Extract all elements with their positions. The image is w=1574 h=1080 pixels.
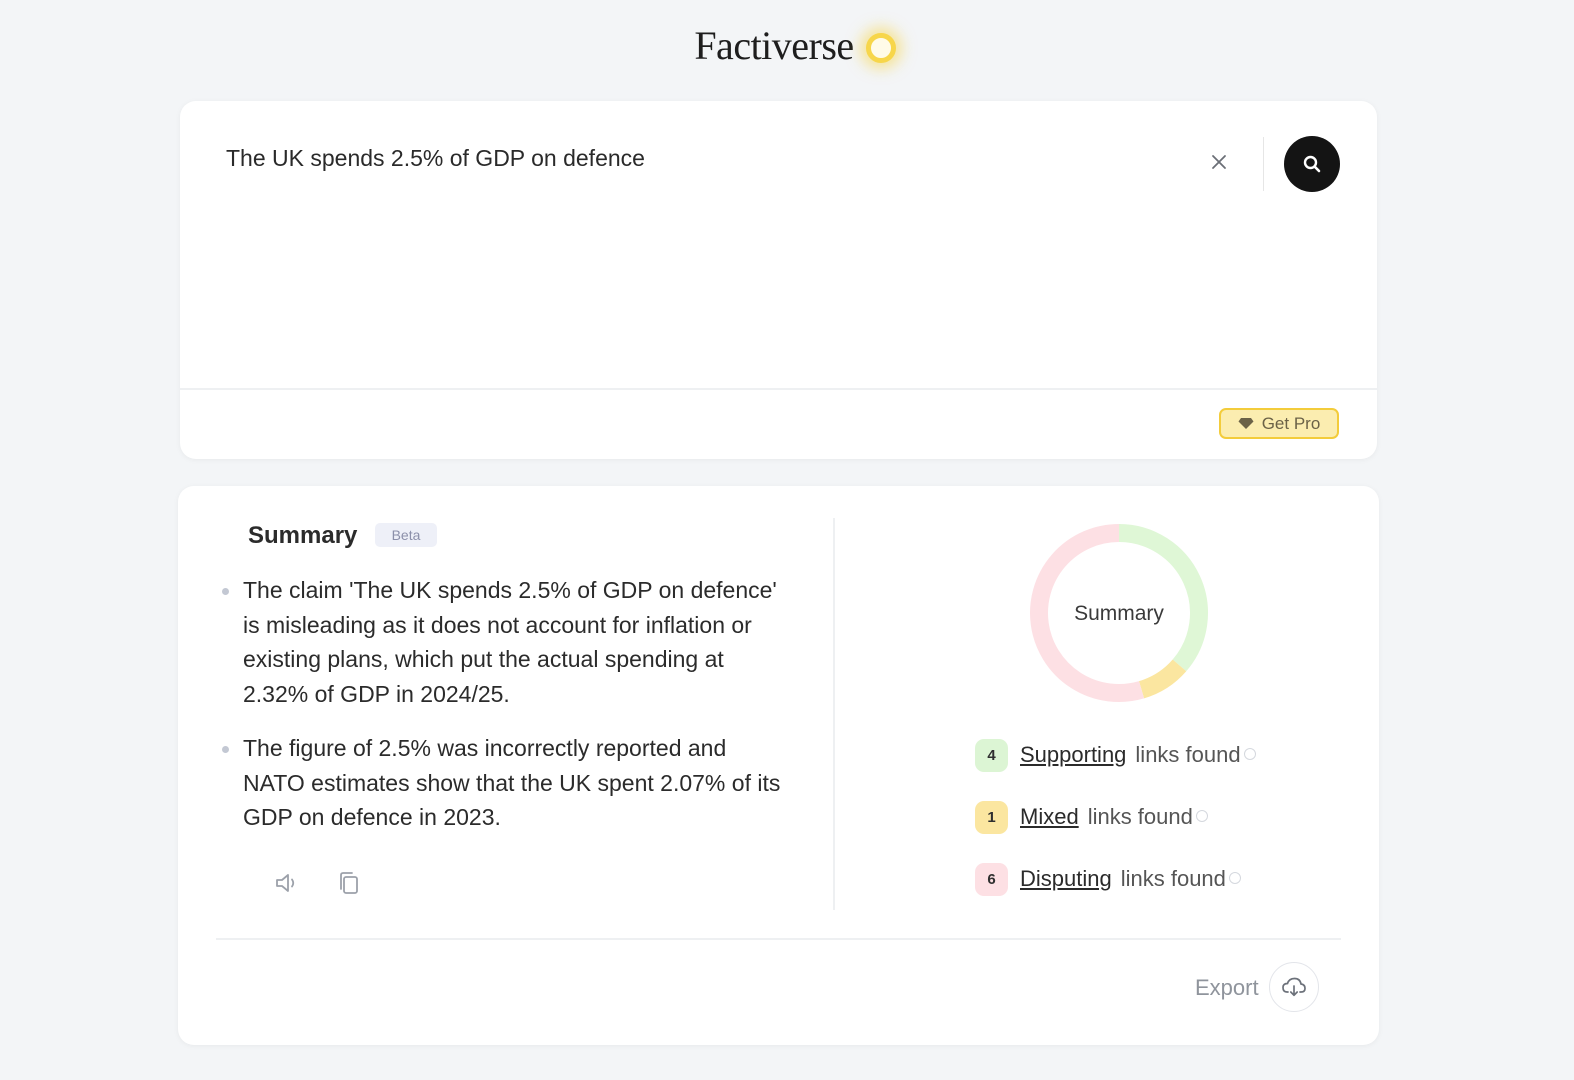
- disputing-link[interactable]: Disputing: [1020, 866, 1112, 892]
- summary-bullet: The claim 'The UK spends 2.5% of GDP on …: [222, 573, 782, 711]
- copy-button[interactable]: [335, 869, 363, 897]
- summary-card: Summary Beta The claim 'The UK spends 2.…: [178, 486, 1379, 1045]
- copy-icon: [340, 872, 358, 894]
- legend-row-mixed: 1 Mixed links found: [975, 800, 1256, 834]
- logo: Factiverse: [0, 22, 1574, 69]
- mixed-link[interactable]: Mixed: [1020, 804, 1079, 830]
- search-button[interactable]: [1284, 136, 1340, 192]
- legend-row-supporting: 4 Supporting links found: [975, 738, 1256, 772]
- legend-row-disputing: 6 Disputing links found: [975, 862, 1256, 896]
- summary-bullets: The claim 'The UK spends 2.5% of GDP on …: [222, 573, 782, 855]
- donut-segment-supporting: [1118, 524, 1208, 672]
- legend-suffix: links found: [1135, 742, 1241, 767]
- donut-segment-mixed: [1138, 659, 1187, 699]
- logo-text: Factiverse: [694, 23, 854, 68]
- cloud-download-icon: [1282, 977, 1306, 997]
- get-pro-label: Get Pro: [1261, 413, 1321, 433]
- count-badge: 4: [975, 738, 1008, 772]
- close-icon: [1212, 155, 1226, 169]
- divider: [833, 518, 835, 910]
- info-icon[interactable]: [1195, 810, 1208, 822]
- summary-bullet-text: The claim 'The UK spends 2.5% of GDP on …: [243, 577, 777, 707]
- summary-bullet-text: The figure of 2.5% was incorrectly repor…: [243, 735, 781, 830]
- beta-badge: Beta: [375, 523, 437, 547]
- export-label[interactable]: Export: [1195, 975, 1259, 1001]
- divider: [216, 938, 1341, 940]
- read-aloud-button[interactable]: [273, 869, 301, 897]
- clear-button[interactable]: [1206, 149, 1232, 175]
- info-icon[interactable]: [1243, 748, 1256, 760]
- summary-title: Summary: [248, 522, 358, 549]
- bullet-dot: [222, 588, 229, 595]
- legend-suffix: links found: [1120, 866, 1226, 891]
- bullet-dot: [222, 746, 229, 753]
- count-badge: 6: [975, 862, 1008, 896]
- donut-center-label: Summary: [1074, 602, 1164, 625]
- supporting-link[interactable]: Supporting: [1020, 742, 1126, 768]
- info-icon[interactable]: [1228, 872, 1241, 884]
- summary-donut-chart: Summary: [1030, 524, 1208, 702]
- links-legend: 4 Supporting links found 1 Mixed links f…: [975, 738, 1256, 924]
- count-badge: 1: [975, 800, 1008, 834]
- legend-suffix: links found: [1087, 804, 1193, 829]
- export-button[interactable]: [1269, 962, 1319, 1012]
- speaker-icon: [276, 874, 295, 892]
- sun-logo-icon: [865, 32, 896, 63]
- diamond-icon: [1238, 418, 1254, 429]
- get-pro-button[interactable]: Get Pro: [1219, 408, 1339, 439]
- search-icon: [1303, 155, 1321, 173]
- summary-bullet: The figure of 2.5% was incorrectly repor…: [222, 731, 782, 835]
- divider: [1263, 137, 1264, 191]
- claim-input[interactable]: The UK spends 2.5% of GDP on defence: [226, 145, 645, 172]
- divider: [180, 388, 1377, 390]
- search-card: The UK spends 2.5% of GDP on defence Get…: [180, 101, 1377, 459]
